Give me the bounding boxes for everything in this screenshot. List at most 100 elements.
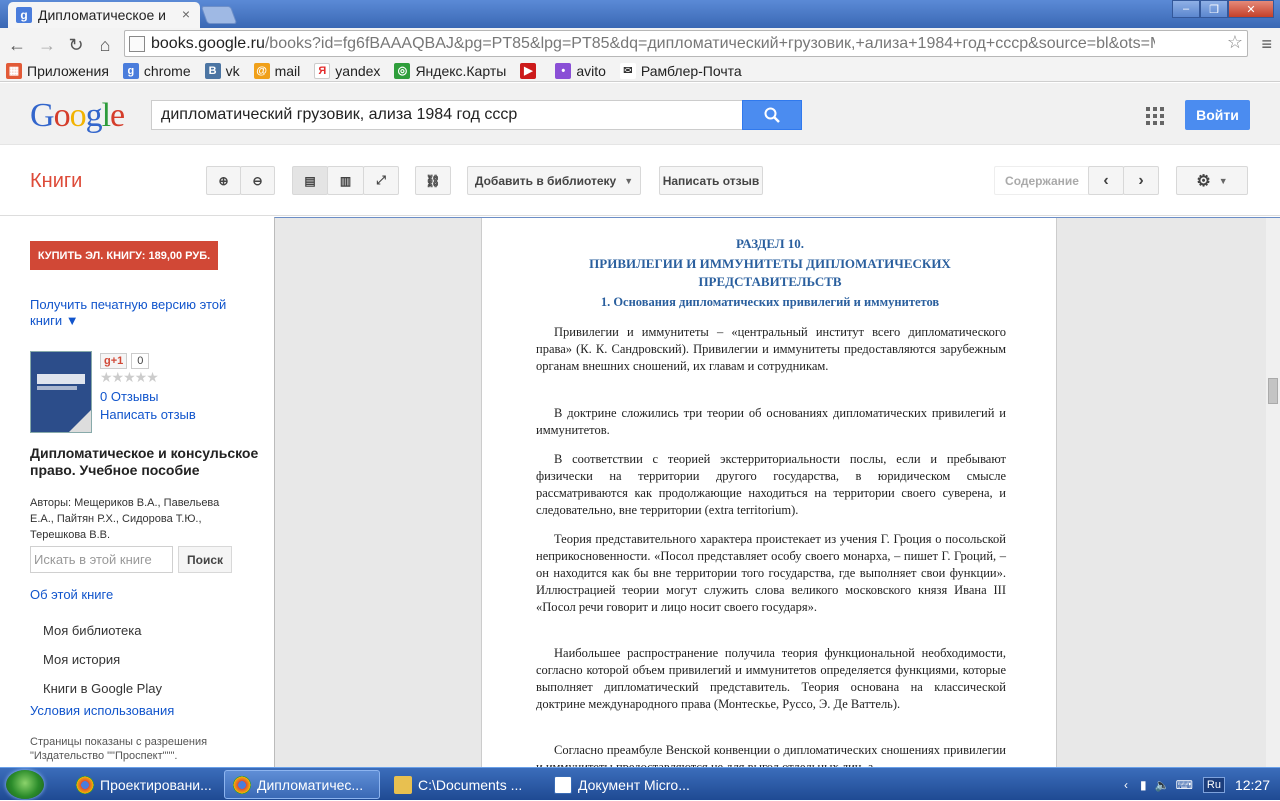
search-in-book-button[interactable]: Поиск [178,546,232,573]
buy-ebook-button[interactable]: КУПИТЬ ЭЛ. КНИГУ: 189,00 РУБ. [30,241,218,270]
maps-pin-icon: ◎ [394,62,411,79]
gplus-button[interactable]: g+1 [100,353,128,369]
search-in-book-input[interactable]: Искать в этой книге [30,546,173,573]
taskbar-label: Проектировани... [100,776,212,793]
bookmark-label: chrome [143,62,191,79]
taskbar-label: Документ Micro... [578,776,690,793]
bookmark-label: mail [274,62,301,79]
reviews-link[interactable]: 0 Отзывы [100,389,158,404]
bookmark-yandex-maps[interactable]: ◎ Яндекс.Карты [394,62,507,79]
add-to-library-button[interactable]: Добавить в библиотеку ▼ [467,166,641,195]
signin-button[interactable]: Войти [1185,100,1250,130]
book-authors: Авторы: Мещериков В.А., Павельева Е.А., … [30,497,220,541]
reload-icon[interactable]: ↻ [65,34,87,56]
rating-stars-icon: ★★★★★ [100,369,159,385]
book-cover[interactable] [30,351,92,433]
close-tab-icon[interactable]: × [182,6,190,22]
windows-taskbar: Проектировани... Дипломатичес... C:\Docu… [0,767,1280,800]
chrome-menu-icon[interactable]: ≡ [1261,34,1272,55]
dropdown-caret-icon: ▼ [1218,175,1228,186]
my-library-link[interactable]: Моя библиотека [43,623,141,638]
scrollbar-thumb[interactable] [1268,378,1278,404]
about-book-link[interactable]: Об этой книге [30,587,113,602]
envelope-icon: ✉ [619,62,636,79]
bookmark-label: Яндекс.Карты [415,62,507,79]
bookmark-vk[interactable]: Bvk [204,62,240,79]
network-icon[interactable]: ▮ [1140,778,1147,792]
gplus-widget[interactable]: g+1 0 [100,353,150,369]
chrome-icon [76,775,94,794]
book-viewer: РАЗДЕЛ 10. ПРИВИЛЕГИИ И ИММУНИТЕТЫ ДИПЛО… [274,217,1280,774]
book-page: РАЗДЕЛ 10. ПРИВИЛЕГИИ И ИММУНИТЕТЫ ДИПЛО… [481,218,1057,774]
word-document-icon [554,775,572,794]
bookmark-avito[interactable]: • avito [555,62,606,79]
fullscreen-icon[interactable]: ⤢ [363,166,399,195]
volume-icon[interactable]: 🔈 [1155,778,1170,792]
settings-button[interactable]: ⚙ ▼ [1176,166,1248,195]
address-bar[interactable]: books.google.ru/books?id=fg6fBAAAQBAJ&pg… [124,30,1248,57]
paragraph: В доктрине сложились три теории об основ… [536,406,1006,437]
link-icon[interactable]: ⛓ [415,166,451,195]
taskbar-item[interactable]: Документ Micro... [546,770,702,799]
two-page-view-icon[interactable]: ▥ [327,166,364,195]
search-button[interactable] [742,100,802,130]
write-review-button[interactable]: Написать отзыв [659,166,763,195]
single-page-view-icon[interactable]: ▤ [292,166,328,195]
new-tab-button[interactable] [200,6,238,24]
start-button[interactable] [6,770,44,799]
books-toolbar: Книги ⊕ ⊖ ▤ ▥ ⤢ ⛓ Добавить в библиотеку ▼… [0,146,1280,216]
next-page-icon[interactable]: › [1123,166,1159,195]
print-version-link[interactable]: Получить печатную версию этой книги ▼ [30,297,240,329]
folder-icon [394,775,412,794]
google-logo[interactable]: Google [30,97,125,135]
bookmark-rambler-mail[interactable]: ✉ Рамблер-Почта [619,62,742,79]
google-search-input[interactable]: дипломатический грузовик, ализа 1984 год… [151,100,743,130]
show-hidden-icons-icon[interactable]: ‹ [1124,778,1128,792]
back-icon[interactable]: ← [6,34,28,56]
apps-grid-icon: ▦ [6,62,22,79]
book-sidebar: КУПИТЬ ЭЛ. КНИГУ: 189,00 РУБ. Получить п… [0,217,274,767]
clock[interactable]: 12:27 [1235,777,1270,793]
keyboard-icon[interactable]: ⌨ [1176,778,1193,792]
browser-tab[interactable]: g Дипломатическое и × [8,2,200,28]
taskbar-item[interactable]: Проектировани... [68,770,220,799]
my-history-link[interactable]: Моя история [43,652,120,667]
viewer-scrollbar[interactable] [1266,218,1280,768]
terms-link[interactable]: Условия использования [30,703,174,718]
bookmarks-bar: ▦ Приложения g chrome Bvk @ mail Яyandex ◎ Я… [0,60,1280,82]
bookmark-yandex[interactable]: Яyandex [314,62,381,79]
forward-icon[interactable]: → [36,34,58,56]
zoom-in-icon[interactable]: ⊕ [206,166,241,195]
bookmark-chrome[interactable]: g chrome [122,62,191,79]
paragraph: Теория представительного характера проис… [536,532,1006,614]
paragraph: В соответствии с теорией экстерриториаль… [536,452,1006,517]
paragraph: Привилегии и иммунитеты – «центральный и… [536,325,1006,373]
gear-icon: ⚙ [1196,172,1211,190]
taskbar-item[interactable]: C:\Documents ... [386,770,538,799]
url-host: books.google.ru [151,34,265,52]
bookmark-star-icon[interactable]: ☆ [1227,32,1243,53]
page-icon [129,35,145,52]
play-books-link[interactable]: Книги в Google Play [43,681,162,696]
google-favicon-icon: g [16,7,32,23]
language-indicator[interactable]: Ru [1202,776,1225,793]
url-path: /books?id=fg6fBAAAQBAJ&pg=PT85&lpg=PT85&… [264,34,1155,52]
book-title: Дипломатическое и консульское право. Уче… [30,445,259,478]
bookmark-apps[interactable]: ▦ Приложения [6,62,109,79]
vk-icon: B [204,62,221,79]
books-section-title[interactable]: Книги [30,170,82,193]
google-apps-icon[interactable] [1146,107,1164,125]
write-review-link[interactable]: Написать отзыв [100,407,196,422]
zoom-out-icon[interactable]: ⊖ [240,166,275,195]
maximize-icon[interactable]: ❐ [1200,0,1228,18]
contents-button[interactable]: Содержание [994,166,1090,195]
bookmark-youtube[interactable]: ▶ [520,62,541,79]
bookmark-mail[interactable]: @ mail [253,62,301,79]
taskbar-item-active[interactable]: Дипломатичес... [224,770,380,799]
home-icon[interactable]: ⌂ [94,34,116,56]
minimize-icon[interactable]: – [1172,0,1200,18]
bookmark-label: yandex [335,62,381,79]
prev-page-icon[interactable]: ‹ [1088,166,1124,195]
youtube-icon: ▶ [520,62,537,79]
close-window-icon[interactable]: ✕ [1228,0,1274,18]
